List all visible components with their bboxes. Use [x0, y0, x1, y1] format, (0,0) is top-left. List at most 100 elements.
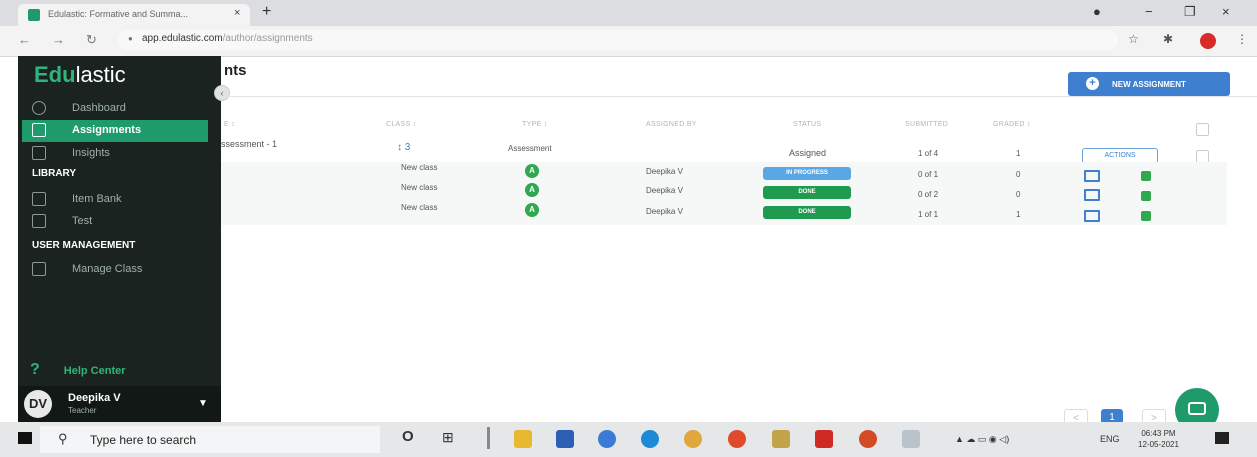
- caret-down-icon[interactable]: ▼: [198, 398, 208, 409]
- edge-icon[interactable]: [641, 430, 659, 448]
- search-icon: ⚲: [58, 431, 68, 446]
- submitted-count: 1 of 1: [918, 210, 939, 219]
- vlc-icon[interactable]: [772, 430, 790, 448]
- col-header-graded[interactable]: GRADED ↕: [993, 121, 1031, 128]
- user-role: Teacher: [68, 406, 97, 415]
- assignments-icon: [32, 123, 46, 137]
- col-header-class[interactable]: CLASS ↕: [386, 121, 417, 128]
- record-icon[interactable]: ●: [1093, 4, 1101, 19]
- avatar: DV: [24, 390, 52, 418]
- user-management-section-header: USER MANAGEMENT: [32, 240, 136, 251]
- extension-icon[interactable]: ✱: [1163, 32, 1173, 46]
- chrome-icon[interactable]: [684, 430, 702, 448]
- select-all-checkbox[interactable]: [1196, 123, 1209, 136]
- browser-tab-bar: Edulastic: Formative and Summa... × + ● …: [0, 0, 1257, 26]
- table-row[interactable]: [221, 162, 1227, 183]
- notifications-icon[interactable]: [1215, 432, 1229, 444]
- assignment-name[interactable]: ssessment - 1: [221, 139, 277, 149]
- taskbar-search-input[interactable]: ⚲ Type here to search: [40, 426, 380, 453]
- user-menu[interactable]: DV Deepika V Teacher ▼: [18, 386, 221, 422]
- edulastic-logo[interactable]: Edulastic: [34, 62, 126, 88]
- col-header-name[interactable]: E ↕: [224, 121, 235, 128]
- monitor-icon[interactable]: [1084, 189, 1100, 201]
- powerpoint-icon[interactable]: [859, 430, 877, 448]
- star-icon[interactable]: ☆: [1128, 32, 1139, 46]
- language-indicator[interactable]: ENG: [1100, 434, 1120, 444]
- graded-count: 1: [1016, 149, 1021, 158]
- app-icon[interactable]: [902, 430, 920, 448]
- assessment-type-icon: A: [525, 183, 539, 197]
- windows-start-icon[interactable]: [18, 432, 32, 444]
- status-badge: DONE: [763, 186, 851, 199]
- col-header-submitted: SUBMITTED: [905, 121, 949, 128]
- item-bank-icon: [32, 192, 46, 206]
- new-tab-button[interactable]: +: [262, 3, 271, 21]
- acrobat-icon[interactable]: [815, 430, 833, 448]
- graded-count: 0: [1016, 190, 1021, 199]
- back-icon[interactable]: ←: [18, 32, 31, 47]
- assignment-status: Assigned: [789, 148, 827, 158]
- assessment-type-icon: A: [525, 164, 539, 178]
- submitted-count: 0 of 1: [918, 170, 939, 179]
- dashboard-icon: [32, 101, 46, 115]
- col-header-assigned-by: ASSIGNED BY: [646, 121, 697, 128]
- close-window-icon[interactable]: ×: [1222, 4, 1230, 19]
- class-name: New class: [401, 183, 438, 192]
- edge-legacy-icon[interactable]: [598, 430, 616, 448]
- tab-title: Edulastic: Formative and Summa...: [48, 9, 189, 19]
- class-name: New class: [401, 163, 438, 172]
- insights-icon: [32, 146, 46, 160]
- address-bar: ← → ↻ ● app.edulastic.com/author/assignm…: [0, 26, 1257, 57]
- assigned-by: Deepika V: [646, 207, 683, 216]
- grade-icon[interactable]: [1141, 191, 1151, 201]
- help-icon: ?: [30, 361, 40, 378]
- sidebar-item-manage-class[interactable]: Manage Class: [18, 259, 221, 281]
- test-icon: [32, 214, 46, 228]
- forward-icon[interactable]: →: [52, 32, 65, 47]
- grade-icon[interactable]: [1141, 171, 1151, 181]
- sidebar-item-insights[interactable]: Insights: [18, 143, 221, 165]
- close-tab-icon[interactable]: ×: [234, 7, 240, 19]
- browser-tab[interactable]: Edulastic: Formative and Summa... ×: [18, 4, 250, 26]
- file-explorer-icon[interactable]: [514, 430, 532, 448]
- plus-icon: +: [1086, 77, 1099, 90]
- sidebar-item-dashboard[interactable]: Dashboard: [18, 98, 221, 120]
- reload-icon[interactable]: ↻: [86, 32, 97, 48]
- monitor-icon[interactable]: [1084, 210, 1100, 222]
- class-count[interactable]: ↕ 3: [397, 142, 410, 153]
- new-assignment-button[interactable]: + NEW ASSIGNMENT: [1068, 72, 1230, 96]
- sidebar-item-item-bank[interactable]: Item Bank: [18, 189, 221, 211]
- taskbar-clock[interactable]: 06:43 PM 12-05-2021: [1138, 428, 1179, 450]
- header-divider: [221, 96, 1257, 97]
- collapse-sidebar-icon[interactable]: ‹: [214, 85, 230, 101]
- table-row[interactable]: [221, 204, 1227, 225]
- url-text: app.edulastic.com/author/assignments: [142, 33, 313, 44]
- col-header-type[interactable]: TYPE ↕: [522, 121, 548, 128]
- manage-class-icon: [32, 262, 46, 276]
- lock-icon[interactable]: ●: [128, 34, 133, 43]
- library-section-header: LIBRARY: [32, 168, 77, 179]
- help-center-link[interactable]: ? Help Center: [30, 361, 126, 379]
- edulastic-favicon-icon: [28, 9, 40, 21]
- chat-icon: [1188, 402, 1206, 415]
- maximize-icon[interactable]: ❐: [1184, 4, 1196, 20]
- assigned-by: Deepika V: [646, 167, 683, 176]
- minimize-icon[interactable]: −: [1145, 4, 1153, 19]
- task-view-icon[interactable]: ⊞: [442, 429, 454, 446]
- mail-icon[interactable]: [556, 430, 574, 448]
- cortana-icon[interactable]: O: [402, 428, 414, 445]
- status-badge: DONE: [763, 206, 851, 219]
- user-name: Deepika V: [68, 392, 121, 404]
- monitor-icon[interactable]: [1084, 170, 1100, 182]
- chrome-menu-icon[interactable]: ⋮: [1236, 32, 1248, 46]
- firefox-icon[interactable]: [728, 430, 746, 448]
- assignment-type: Assessment: [508, 144, 552, 153]
- sidebar-item-assignments[interactable]: Assignments: [22, 120, 208, 142]
- profile-avatar-icon[interactable]: [1200, 33, 1216, 49]
- grade-icon[interactable]: [1141, 211, 1151, 221]
- sidebar-item-test[interactable]: Test: [18, 211, 221, 233]
- submitted-count: 0 of 2: [918, 190, 939, 199]
- system-tray-icons[interactable]: ▲ ☁ ▭ ◉ ◁): [955, 434, 1009, 445]
- table-row[interactable]: [221, 183, 1227, 204]
- assigned-by: Deepika V: [646, 186, 683, 195]
